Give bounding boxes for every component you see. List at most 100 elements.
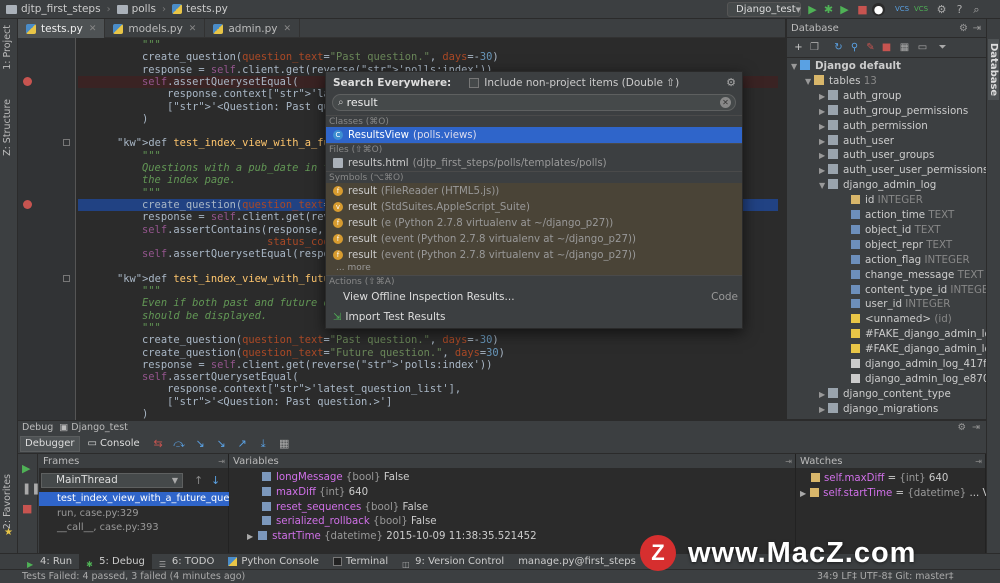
clear-icon[interactable]: ✕ [720,97,731,108]
pin-icon[interactable]: ⇥ [218,454,225,469]
db-root[interactable]: ▼ Django default [787,59,986,74]
tab-todo[interactable]: ☰ 6: TODO [152,554,221,570]
debug-icon[interactable]: ✱ [822,3,835,16]
stop-icon[interactable]: ■ [881,42,892,53]
pin-icon[interactable]: ⇥ [975,454,982,469]
search-input[interactable] [346,96,647,109]
tab-debugger[interactable]: Debugger [20,435,80,452]
thread-select[interactable]: MainThread ▼ [41,473,183,488]
tab-models-py[interactable]: models.py ✕ [105,19,206,38]
tab-python-console[interactable]: Python Console [221,554,326,570]
breadcrumb-file[interactable]: tests.py [166,0,234,19]
db-column[interactable]: action_time TEXT [787,208,986,223]
step-out-icon[interactable]: ↗ [236,437,249,450]
result-class[interactable]: C ResultsView (polls.views) [326,127,742,143]
tab-version-control[interactable]: ◫ 9: Version Control [395,554,511,570]
code-line[interactable]: """ [78,39,778,51]
db-table[interactable]: ▶ auth_user_user_permissions [787,163,986,178]
resume-icon[interactable]: ▶ [22,462,30,475]
coverage-icon[interactable]: ▶ [838,3,851,16]
code-line[interactable]: create_question(question_text="Past ques… [78,51,778,63]
stop-icon[interactable]: ■ [856,3,869,16]
action-import-test-results[interactable]: ⇲ Import Test Results [326,307,742,327]
close-icon[interactable]: ✕ [189,24,197,34]
db-column[interactable]: change_message TEXT [787,268,986,283]
tab-debug[interactable]: ✱ 5: Debug [79,553,152,570]
evaluate-icon[interactable]: ▦ [278,437,291,450]
db-tables-folder[interactable]: ▼ tables 13 [787,74,986,89]
db-column[interactable]: content_type_id INTEGER [787,283,986,298]
refresh-icon[interactable]: ↻ [833,42,844,53]
code-line[interactable]: ["str">'<Question: Past question.>'] [78,396,778,408]
breakpoint-icon[interactable] [23,199,32,209]
tab-admin-py[interactable]: admin.py ✕ [205,19,301,38]
step-over-icon[interactable]: ⤼ [173,437,186,450]
pause-icon[interactable]: ❚❚ [22,482,40,495]
db-table[interactable]: ▼ django_admin_log [787,178,986,193]
db-table[interactable]: ▶ django_content_type [787,387,986,402]
help-icon[interactable]: ? [953,3,966,16]
db-table[interactable]: ▶ auth_user_groups [787,148,986,163]
vcs-update-icon[interactable]: VCS [895,3,909,16]
arrow-down-icon[interactable]: ↓ [211,474,220,487]
db-column[interactable]: action_flag INTEGER [787,253,986,268]
db-column[interactable]: django_admin_log_e8701 [787,372,986,387]
filter-icon[interactable]: ⏷ [937,42,948,53]
run-icon[interactable]: ▶ [806,3,819,16]
pin-icon[interactable]: ⇥ [785,454,792,469]
test-status[interactable]: Tests Failed: 4 passed, 3 failed (4 minu… [22,571,245,582]
frame-row[interactable]: test_index_view_with_a_future_question [39,492,229,506]
tab-tests-py[interactable]: tests.py ✕ [18,19,106,38]
variable-row[interactable]: serialized_rollback {bool} False [229,515,795,530]
copy-icon[interactable]: ❐ [809,42,820,53]
hide-icon[interactable]: ⇥ [973,19,981,38]
favorites-tool-tab[interactable]: 2: Favorites [2,474,16,529]
code-line[interactable]: create_question(question_text="Past ques… [78,334,778,346]
run-configuration-select[interactable]: Django_test ▼ [727,2,801,17]
editor-gutter[interactable] [18,38,76,420]
settings-icon[interactable]: ⚙ [935,3,948,16]
action-view-offline-inspection[interactable]: View Offline Inspection Results... Code [326,287,742,307]
code-line[interactable]: ) [78,408,778,420]
code-line[interactable]: response.context["str">'latest_question_… [78,383,778,395]
close-icon[interactable]: ✕ [89,24,97,34]
gear-icon[interactable]: ⚙ [959,19,968,38]
fold-icon[interactable] [63,274,70,282]
hide-icon[interactable]: ⇥ [972,421,980,434]
variable-row[interactable]: reset_sequences {bool} False [229,501,795,516]
fold-icon[interactable] [63,139,70,147]
database-tool-tab[interactable]: Database [988,39,999,101]
tab-terminal[interactable]: Terminal [326,554,395,570]
breadcrumb-folder[interactable]: polls [111,0,162,19]
db-column[interactable]: #FAKE_django_admin_log [787,327,986,342]
console-icon[interactable]: ▭ [917,42,928,53]
disconnect-icon[interactable]: ✎ [865,42,876,53]
structure-tool-tab[interactable]: Z: Structure [2,99,16,156]
db-table[interactable]: ▶ auth_group_permissions [787,104,986,119]
show-execution-point-icon[interactable]: ⇆ [152,437,165,450]
arrow-up-icon[interactable]: ↑ [194,474,203,487]
project-tool-tab[interactable]: 1: Project [2,25,16,70]
search-icon[interactable]: ⌕ [970,3,983,16]
result-symbol[interactable]: f result (e (Python 2.7.8 virtualenv at ~/… [326,215,742,231]
sync-icon[interactable]: ⚲ [849,42,860,53]
vcs-commit-icon[interactable]: VCS [914,3,928,16]
db-column[interactable]: user_id INTEGER [787,297,986,312]
result-symbol[interactable]: f result (event (Python 2.7.8 virtualenv a… [326,231,742,247]
db-column[interactable]: object_repr TEXT [787,238,986,253]
result-file[interactable]: results.html (djtp_first_steps/polls/temp… [326,155,742,171]
breadcrumb-project[interactable]: djtp_first_steps [0,0,107,19]
stop-icon[interactable]: ■ [22,502,32,515]
result-symbol[interactable]: f result (FileReader (HTML5.js)) [326,183,742,199]
include-non-project-checkbox[interactable] [469,78,480,88]
table-editor-icon[interactable]: ▦ [899,42,910,53]
close-icon[interactable]: ✕ [283,24,291,34]
result-symbol[interactable]: v result (StdSuites.AppleScript_Suite) [326,199,742,215]
gear-icon[interactable]: ⚙ [957,421,966,434]
more-symbols-link[interactable]: ... more [326,263,742,275]
tab-manage-py[interactable]: manage.py@first_steps [511,554,643,570]
step-into-my-code-icon[interactable]: ↘ [215,437,228,450]
step-into-icon[interactable]: ↘ [194,437,207,450]
db-table[interactable]: ▶ django_migrations [787,402,986,417]
variable-row[interactable]: maxDiff {int} 640 [229,486,795,501]
